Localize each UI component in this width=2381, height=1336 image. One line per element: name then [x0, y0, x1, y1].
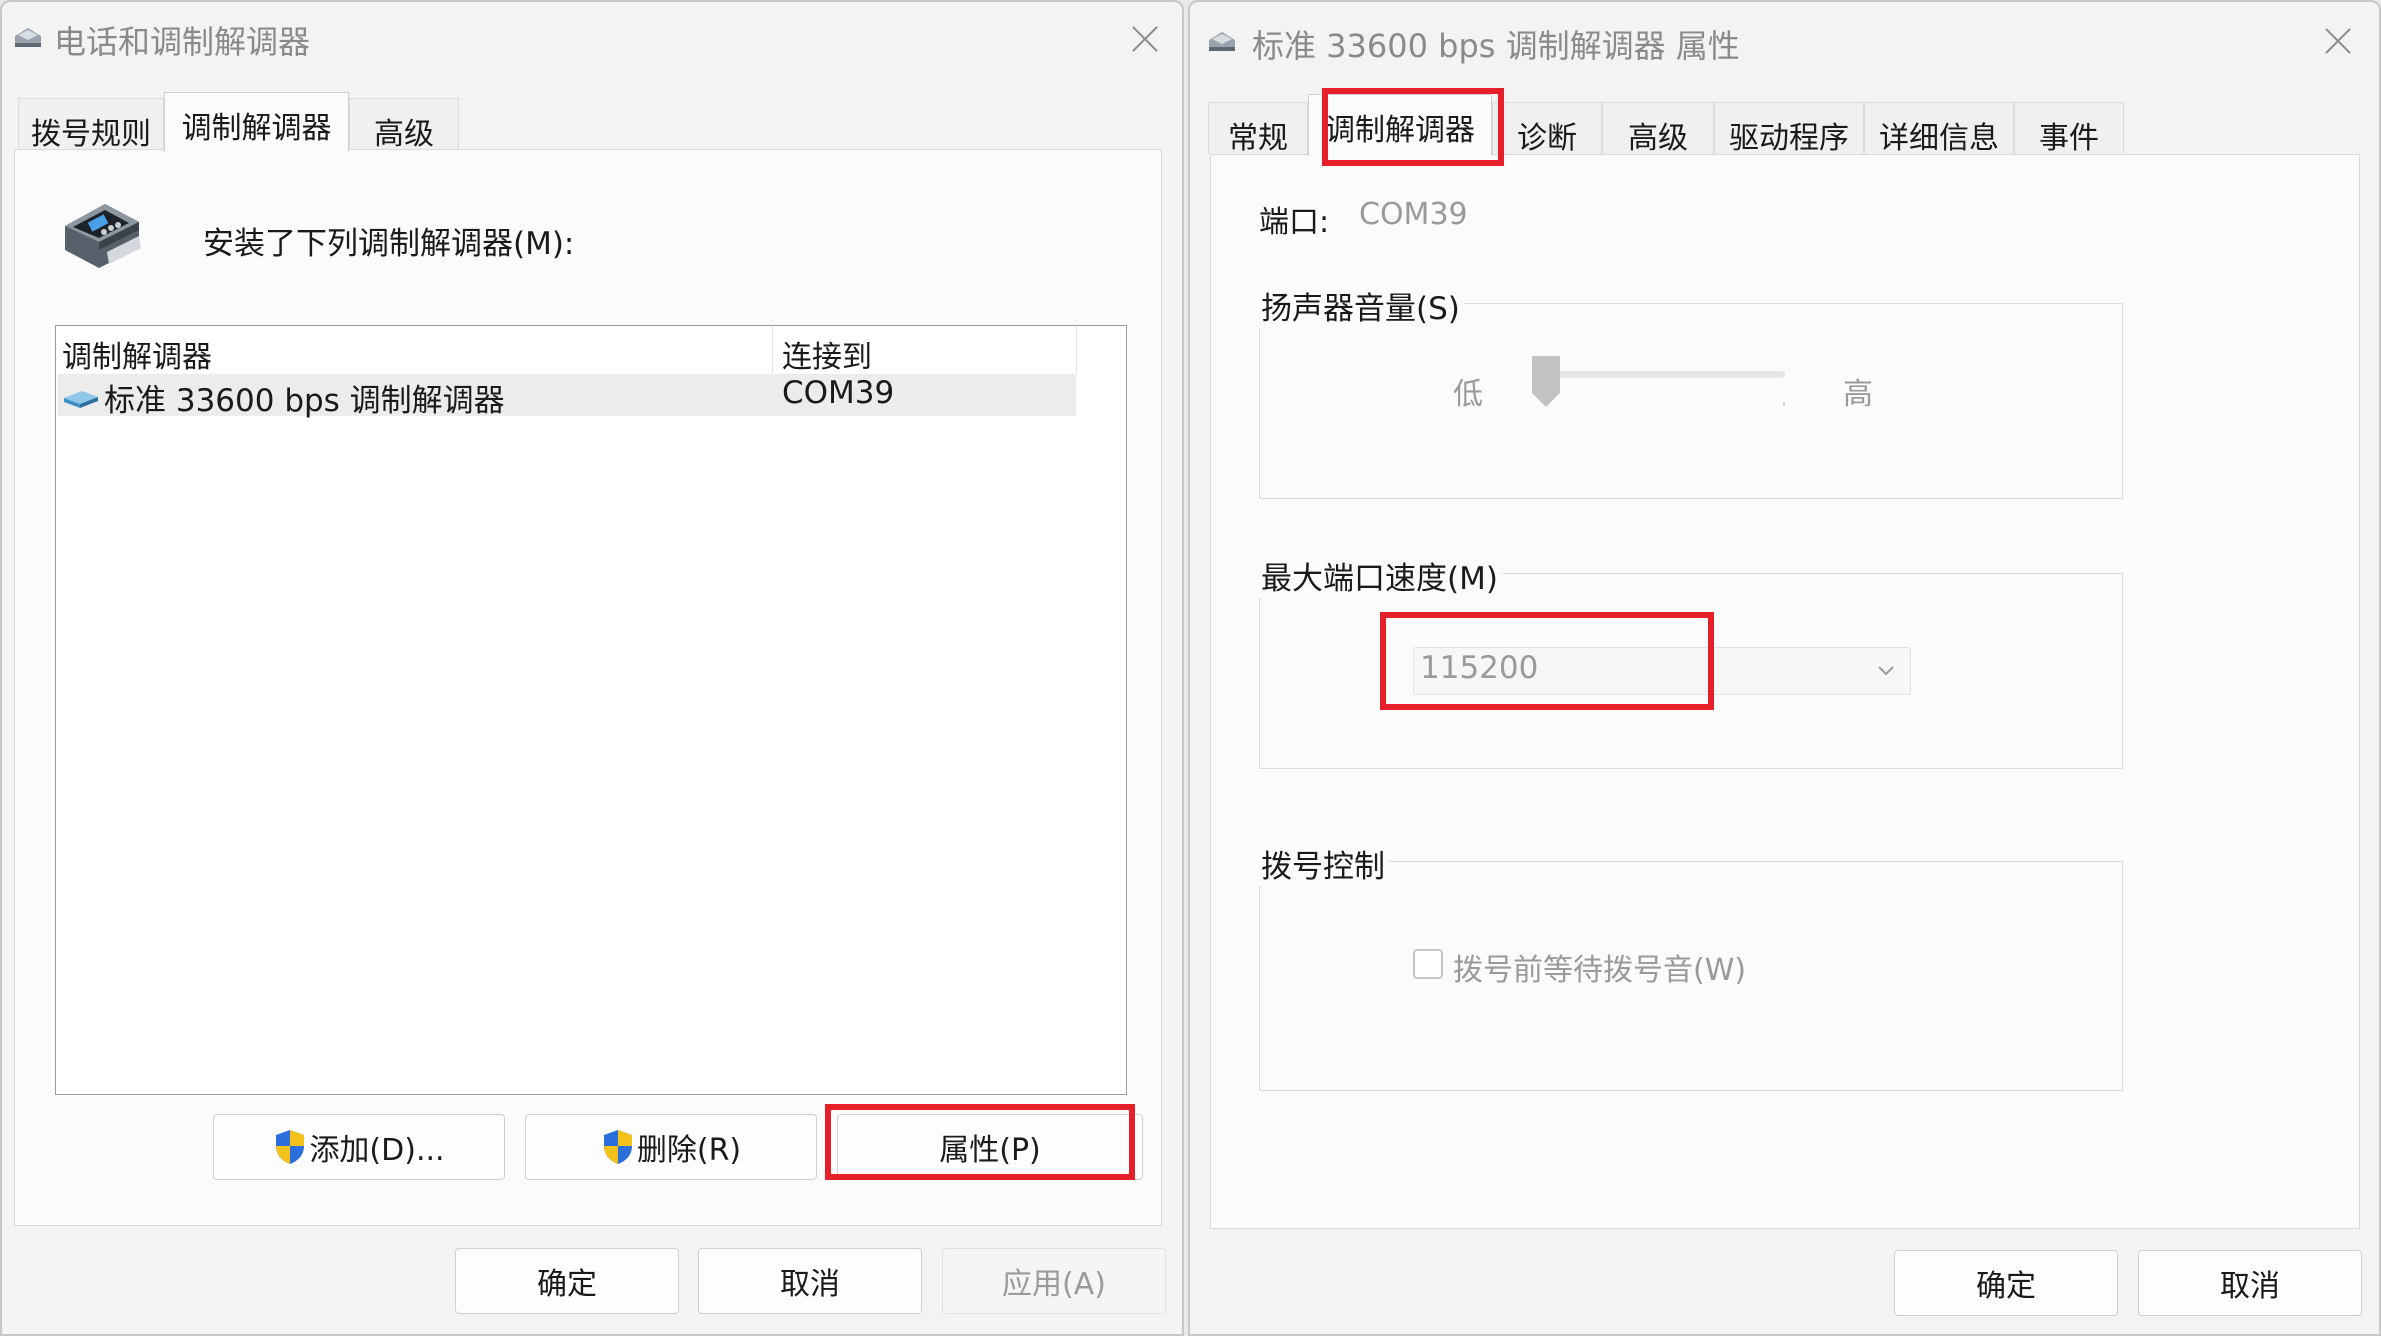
tab-modem[interactable]: 调制解调器: [1308, 94, 1492, 156]
tab-modems[interactable]: 调制解调器: [164, 92, 349, 152]
modem-properties-app-icon: [1209, 32, 1235, 51]
window-title: 电话和调制解调器: [54, 23, 311, 61]
phone-modem-window: 电话和调制解调器 拨号规则 调制解调器 高级 安装了下列调制解调器(M): 调制…: [0, 0, 1184, 1336]
close-icon[interactable]: [1125, 20, 1165, 60]
tab-dialing-rules[interactable]: 拨号规则: [18, 98, 164, 152]
table-row[interactable]: 标准 33600 bps 调制解调器 COM39: [58, 374, 1076, 419]
phone-modem-icon: [65, 204, 141, 268]
volume-high-label: 高: [1843, 377, 1873, 412]
installed-modems-label: 安装了下列调制解调器(M):: [203, 226, 575, 262]
add-button-label: 添加(D)...: [309, 1133, 445, 1168]
tab-driver[interactable]: 驱动程序: [1714, 102, 1864, 156]
modem-name-cell: 标准 33600 bps 调制解调器: [104, 383, 505, 419]
phone-modem-app-icon: [15, 28, 41, 47]
tab-details[interactable]: 详细信息: [1864, 102, 2014, 156]
remove-button[interactable]: 删除(R): [525, 1114, 817, 1180]
apply-button[interactable]: 应用(A): [942, 1248, 1166, 1314]
slider-tick: [1783, 403, 1785, 406]
volume-low-label: 低: [1453, 377, 1483, 412]
tab-advanced[interactable]: 高级: [349, 98, 459, 152]
uac-shield-icon: [276, 1130, 305, 1164]
wait-dial-tone-label: 拨号前等待拨号音(W): [1453, 953, 1747, 988]
tab-general[interactable]: 常规: [1208, 102, 1308, 156]
column-header-modem[interactable]: 调制解调器: [62, 332, 212, 376]
max-port-speed-label: 最大端口速度(M): [1257, 553, 1502, 598]
max-port-speed-value: 115200: [1420, 650, 1539, 686]
modem-list[interactable]: 调制解调器 连接到 标准 33600 bps 调制解调器 COM39: [55, 325, 1127, 1095]
modem-icon: [64, 391, 98, 408]
add-button[interactable]: 添加(D)...: [213, 1114, 505, 1180]
speaker-volume-label: 扬声器音量(S): [1257, 283, 1464, 328]
dial-control-label: 拨号控制: [1257, 841, 1389, 886]
ok-button[interactable]: 确定: [1894, 1250, 2118, 1316]
column-divider: [772, 326, 773, 374]
cancel-button[interactable]: 取消: [2138, 1250, 2362, 1316]
cancel-button[interactable]: 取消: [698, 1248, 922, 1314]
close-icon[interactable]: [2318, 22, 2358, 62]
modem-properties-window: 标准 33600 bps 调制解调器 属性 常规 调制解调器 诊断 高级 驱动程…: [1188, 0, 2381, 1336]
port-value: COM39: [1359, 197, 1468, 232]
port-label: 端口:: [1259, 205, 1330, 240]
column-header-connected-to[interactable]: 连接到: [782, 332, 872, 376]
tab-panel: 安装了下列调制解调器(M): 调制解调器 连接到 标准 33600 bps 调制…: [14, 149, 1162, 1226]
speaker-volume-group: [1259, 303, 2123, 499]
tab-diagnostics[interactable]: 诊断: [1492, 102, 1602, 156]
chevron-down-icon: [1878, 666, 1894, 676]
tab-events[interactable]: 事件: [2014, 102, 2124, 156]
uac-shield-icon: [603, 1130, 632, 1164]
volume-slider-track[interactable]: [1533, 371, 1785, 378]
port-cell: COM39: [782, 375, 895, 411]
tab-advanced[interactable]: 高级: [1602, 102, 1714, 156]
tab-panel: 端口: COM39 扬声器音量(S) 低 高 最大端口速度(M) 115200 …: [1210, 154, 2360, 1229]
window-title: 标准 33600 bps 调制解调器 属性: [1252, 27, 1740, 65]
ok-button[interactable]: 确定: [455, 1248, 679, 1314]
column-divider: [1076, 326, 1077, 374]
properties-button[interactable]: 属性(P): [837, 1114, 1143, 1180]
wait-dial-tone-checkbox[interactable]: [1413, 949, 1443, 979]
max-port-speed-select[interactable]: 115200: [1413, 647, 1911, 695]
remove-button-label: 删除(R): [636, 1133, 742, 1168]
volume-slider-thumb[interactable]: [1531, 355, 1561, 409]
